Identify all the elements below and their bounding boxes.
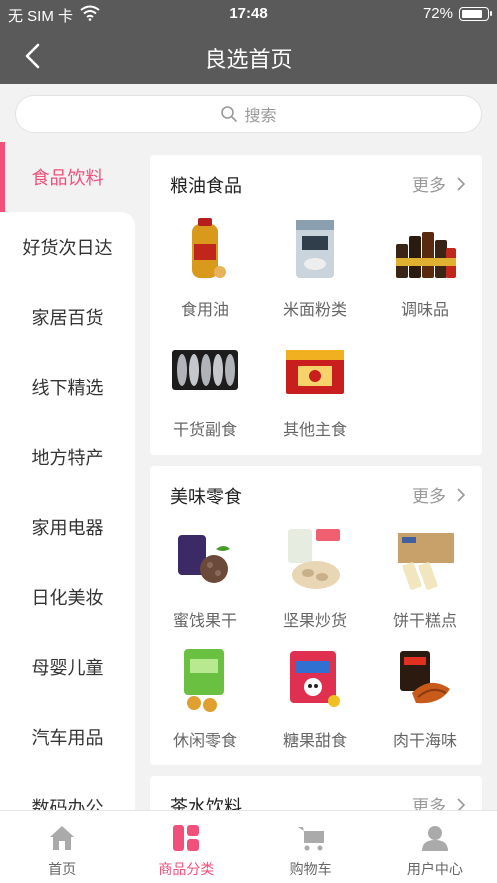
sidebar-item-label: 家用电器	[31, 518, 104, 538]
sidebar-item-local-specialty[interactable]: 地方特产	[0, 422, 135, 492]
candy-pack-icon	[290, 651, 340, 707]
tile-label: 休闲零食	[172, 733, 237, 750]
category-tile-leisure-snacks[interactable]: 休闲零食	[150, 641, 260, 761]
sidebar-item-baby[interactable]: 母婴儿童	[0, 632, 135, 702]
chevron-right-icon	[457, 797, 466, 810]
battery-percent: 72%	[422, 5, 453, 22]
search-area: 搜索	[0, 84, 497, 142]
chevron-right-icon	[457, 176, 466, 191]
jerky-icon	[400, 651, 450, 704]
more-label: 更多	[412, 487, 446, 506]
sidebar-item-digital[interactable]: 数码办公	[0, 772, 135, 810]
section-header: 茶水饮料 更多	[150, 776, 482, 810]
section-card-snacks: 美味零食 更多 蜜饯果干 坚果炒货 饼干糕点 休闲零食 糖果甜食 肉干海味	[150, 466, 482, 765]
more-link[interactable]: 更多	[412, 171, 466, 196]
tab-label: 购物车	[289, 861, 332, 877]
tile-label: 坚果炒货	[282, 613, 347, 630]
category-tile-cooking-oil[interactable]: 食用油	[150, 210, 260, 330]
search-icon	[221, 106, 238, 122]
category-tile-jerky-seafood[interactable]: 肉干海味	[370, 641, 480, 761]
tile-label: 蜜饯果干	[172, 613, 237, 630]
sidebar-item-auto[interactable]: 汽车用品	[0, 702, 135, 772]
user-icon	[421, 826, 448, 851]
category-tile-nuts[interactable]: 坚果炒货	[260, 521, 370, 641]
tile-label: 干货副食	[172, 422, 237, 439]
page-title: 良选首页	[204, 47, 293, 72]
category-sidebar: 食品饮料 好货次日达 家居百货 线下精选 地方特产 家用电器 日化美妆 母婴儿童…	[0, 142, 135, 810]
sidebar-item-label: 食品饮料	[31, 168, 104, 188]
snack-pack-icon	[184, 649, 224, 712]
tab-home[interactable]: 首页	[0, 811, 124, 883]
category-tile-rice-flour[interactable]: 米面粉类	[260, 210, 370, 330]
category-content: 粮油食品 更多 食用油 米面粉类 调味品 干货副食 其他主食 美味零食 更多 蜜…	[135, 142, 497, 810]
sidebar-item-label: 好货次日达	[22, 238, 113, 258]
tile-label: 米面粉类	[282, 302, 347, 319]
sidebar-item-food-drink[interactable]: 食品饮料	[0, 142, 135, 212]
more-link[interactable]: 更多	[412, 792, 466, 810]
more-link[interactable]: 更多	[412, 482, 466, 507]
sidebar-item-label: 家居百货	[31, 308, 104, 328]
tile-label: 糖果甜食	[282, 733, 347, 750]
home-icon	[50, 826, 75, 850]
biscuit-box-icon	[398, 533, 454, 590]
category-tile-preserved-fruit[interactable]: 蜜饯果干	[150, 521, 260, 641]
nav-bar: 良选首页	[0, 28, 497, 84]
search-input[interactable]: 搜索	[15, 95, 482, 133]
tab-label: 首页	[48, 861, 77, 877]
bottom-tab-bar: 首页 商品分类 购物车 用户中心	[0, 810, 497, 883]
category-tile-biscuits[interactable]: 饼干糕点	[370, 521, 480, 641]
sidebar-item-label: 线下精选	[31, 378, 104, 398]
sidebar-item-appliances[interactable]: 家用电器	[0, 492, 135, 562]
category-tile-other-staple[interactable]: 其他主食	[260, 330, 370, 450]
more-label: 更多	[412, 797, 446, 810]
category-tile-seasoning[interactable]: 调味品	[370, 210, 480, 330]
sidebar-item-label: 汽车用品	[31, 728, 104, 748]
tab-cart[interactable]: 购物车	[249, 811, 373, 883]
sidebar-item-label: 母婴儿童	[31, 658, 104, 678]
section-card-grain-oil: 粮油食品 更多 食用油 米面粉类 调味品 干货副食 其他主食	[150, 155, 482, 455]
section-card-tea-drinks: 茶水饮料 更多	[150, 776, 482, 810]
tile-label: 肉干海味	[392, 733, 457, 750]
section-title: 粮油食品	[170, 176, 242, 196]
category-tile-candy[interactable]: 糖果甜食	[260, 641, 370, 761]
category-tile-dried-goods[interactable]: 干货副食	[150, 330, 260, 450]
tile-label: 饼干糕点	[392, 613, 457, 630]
rice-bag-icon	[296, 220, 334, 278]
tab-user-center[interactable]: 用户中心	[373, 811, 497, 883]
sidebar-item-label: 日化美妆	[31, 588, 104, 608]
gift-box-icon	[286, 350, 344, 394]
sidebar-item-label: 数码办公	[31, 798, 104, 810]
battery-icon	[459, 7, 492, 21]
more-label: 更多	[412, 176, 446, 195]
seasoning-bottles-icon	[396, 232, 456, 278]
sidebar-item-next-day[interactable]: 好货次日达	[0, 212, 135, 282]
tile-label: 食用油	[180, 302, 229, 319]
cart-icon	[297, 827, 324, 851]
search-placeholder: 搜索	[244, 108, 277, 125]
sidebar-item-label: 地方特产	[31, 448, 104, 468]
sidebar-item-offline[interactable]: 线下精选	[0, 352, 135, 422]
dried-fruit-icon	[178, 535, 230, 583]
chevron-right-icon	[457, 487, 466, 502]
nuts-icon	[288, 529, 340, 589]
categories-icon	[173, 825, 200, 851]
tile-label: 其他主食	[282, 422, 347, 439]
section-title: 美味零食	[170, 487, 242, 507]
section-header: 美味零食 更多	[150, 466, 482, 521]
sidebar-item-beauty[interactable]: 日化美妆	[0, 562, 135, 632]
sidebar-item-home[interactable]: 家居百货	[0, 282, 135, 352]
section-header: 粮油食品 更多	[150, 155, 482, 210]
status-bar: 无 SIM 卡 17:48 72%	[0, 0, 497, 28]
section-title: 茶水饮料	[170, 797, 242, 810]
tile-label: 调味品	[400, 302, 449, 319]
tab-label: 商品分类	[158, 861, 215, 877]
tab-label: 用户中心	[406, 861, 463, 877]
dried-fish-icon	[172, 350, 238, 390]
cooking-oil-icon	[192, 218, 226, 278]
tab-categories[interactable]: 商品分类	[124, 811, 248, 883]
